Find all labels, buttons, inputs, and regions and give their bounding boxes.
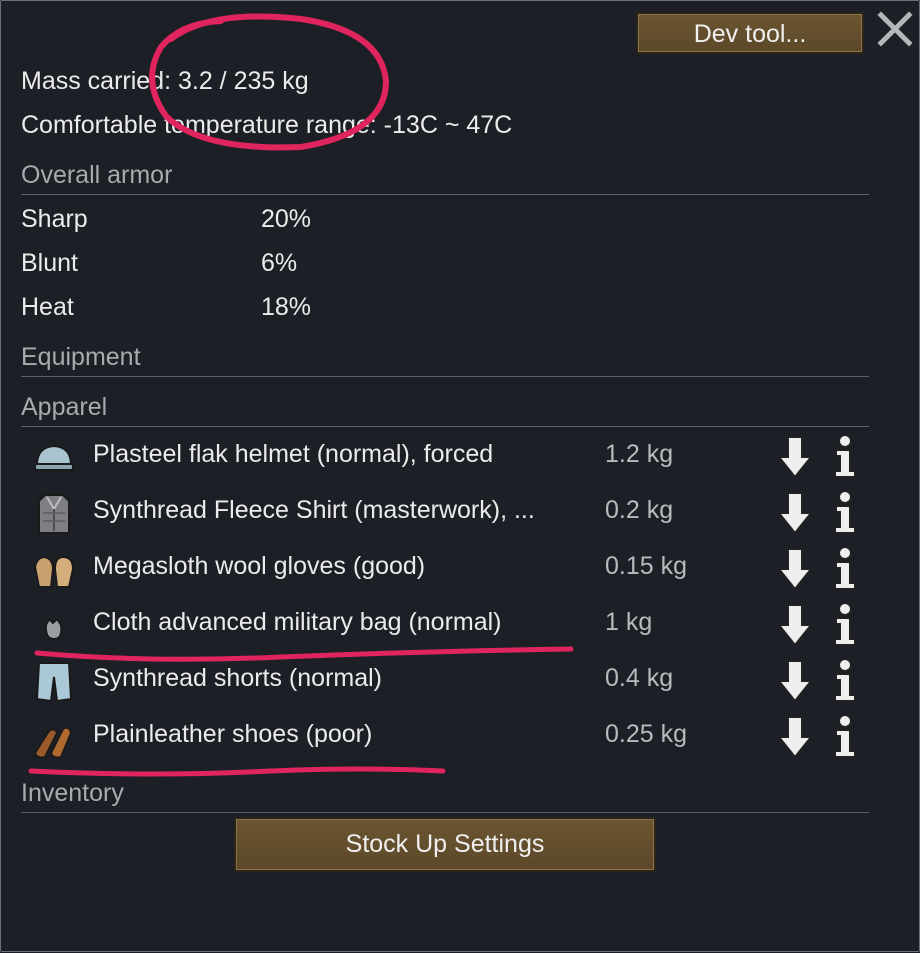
apparel-row-shirt[interactable]: Synthread Fleece Shirt (masterwork), ...… xyxy=(21,487,871,539)
armor-value: 20% xyxy=(261,205,312,233)
gear-panel: Dev tool... Mass carried: 3.2 / 235 kg C… xyxy=(0,0,920,952)
apparel-mass: 1 kg xyxy=(605,608,653,636)
apparel-name: Megasloth wool gloves (good) xyxy=(93,552,426,580)
apparel-row-shoes[interactable]: Plainleather shoes (poor) 0.25 kg xyxy=(21,711,871,763)
drop-arrow-icon[interactable] xyxy=(777,659,813,703)
apparel-name: Synthread Fleece Shirt (masterwork), ... xyxy=(93,496,535,524)
armor-row-heat: Heat 18% xyxy=(21,293,311,322)
shoes-icon xyxy=(33,726,73,759)
info-icon[interactable] xyxy=(829,657,861,703)
apparel-mass: 0.25 kg xyxy=(605,720,688,748)
apparel-name: Synthread shorts (normal) xyxy=(93,664,383,692)
info-icon[interactable] xyxy=(829,545,861,591)
overall-armor-header: Overall armor xyxy=(21,161,869,195)
equipment-header: Equipment xyxy=(21,343,869,377)
drop-arrow-icon[interactable] xyxy=(777,435,813,479)
apparel-row-helmet[interactable]: Plasteel flak helmet (normal), forced 1.… xyxy=(21,431,871,483)
armor-label: Blunt xyxy=(21,249,78,277)
armor-label: Sharp xyxy=(21,205,88,233)
annotation-underline xyxy=(28,766,446,777)
dev-tool-button[interactable]: Dev tool... xyxy=(636,12,864,54)
drop-arrow-icon[interactable] xyxy=(777,491,813,535)
info-icon[interactable] xyxy=(829,433,861,479)
close-icon[interactable] xyxy=(875,9,915,49)
apparel-row-bag[interactable]: Cloth advanced military bag (normal) 1 k… xyxy=(21,599,871,651)
helmet-icon xyxy=(34,444,74,471)
comfortable-temperature-text: Comfortable temperature range: -13C ~ 47… xyxy=(21,111,513,139)
shirt-icon xyxy=(38,494,70,534)
info-icon[interactable] xyxy=(829,489,861,535)
apparel-name: Plasteel flak helmet (normal), forced xyxy=(93,440,494,468)
drop-arrow-icon[interactable] xyxy=(777,547,813,591)
armor-label: Heat xyxy=(21,293,74,321)
inventory-header: Inventory xyxy=(21,779,869,813)
bag-icon xyxy=(44,617,63,641)
info-icon[interactable] xyxy=(829,601,861,647)
apparel-mass: 1.2 kg xyxy=(605,440,674,468)
info-icon[interactable] xyxy=(829,713,861,759)
gloves-icon xyxy=(33,555,75,588)
mass-carried-text: Mass carried: 3.2 / 235 kg xyxy=(21,67,309,95)
armor-row-sharp: Sharp 20% xyxy=(21,205,311,234)
drop-arrow-icon[interactable] xyxy=(777,715,813,759)
armor-value: 6% xyxy=(261,249,298,277)
apparel-mass: 0.4 kg xyxy=(605,664,674,692)
apparel-mass: 0.2 kg xyxy=(605,496,674,524)
apparel-header: Apparel xyxy=(21,393,869,427)
apparel-name: Cloth advanced military bag (normal) xyxy=(93,608,502,636)
apparel-mass: 0.15 kg xyxy=(605,552,688,580)
apparel-name: Plainleather shoes (poor) xyxy=(93,720,373,748)
shorts-icon xyxy=(35,662,73,703)
armor-value: 18% xyxy=(261,293,312,321)
drop-arrow-icon[interactable] xyxy=(777,603,813,647)
stock-up-settings-button[interactable]: Stock Up Settings xyxy=(234,817,656,872)
apparel-row-gloves[interactable]: Megasloth wool gloves (good) 0.15 kg xyxy=(21,543,871,595)
apparel-row-shorts[interactable]: Synthread shorts (normal) 0.4 kg xyxy=(21,655,871,707)
armor-row-blunt: Blunt 6% xyxy=(21,249,297,278)
